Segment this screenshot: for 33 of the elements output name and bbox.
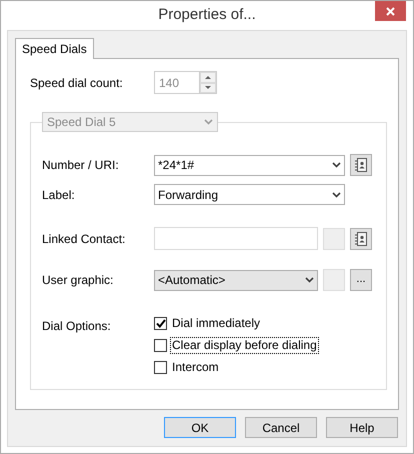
contact-card-icon: [355, 158, 367, 172]
field-label: Speed dial count:: [30, 74, 124, 92]
window-title: Properties of...: [158, 5, 256, 26]
checkbox-label[interactable]: Intercom: [171, 360, 220, 375]
close-button[interactable]: [375, 1, 406, 21]
contact-card-icon: [355, 232, 367, 246]
checkbox-label[interactable]: Dial immediately: [171, 316, 262, 331]
field-label: Linked Contact:: [42, 230, 126, 248]
tab[interactable]: Speed Dials: [15, 38, 94, 59]
checkbox[interactable]: [154, 361, 167, 374]
checkmark-icon: [156, 319, 166, 328]
chevron-down-icon: [332, 192, 341, 198]
field-label: Label:: [42, 186, 76, 204]
checkbox[interactable]: [154, 339, 167, 352]
chevron-down-icon: [204, 119, 213, 125]
close-icon: [386, 6, 395, 16]
dropdown-field[interactable]: Forwarding: [154, 184, 345, 205]
checkbox-label[interactable]: Clear display before dialing: [171, 338, 318, 353]
down-arrow-icon: [204, 85, 212, 90]
field-label: Number / URI:: [42, 157, 120, 174]
field-label: User graphic:: [42, 272, 114, 289]
up-arrow-icon: [204, 74, 212, 80]
dropdown-field[interactable]: *24*1#: [154, 154, 345, 176]
dialog-button[interactable]: Cancel: [245, 417, 317, 438]
chevron-down-icon: [332, 162, 341, 168]
dialog-button[interactable]: Help: [326, 417, 398, 438]
dialog-button[interactable]: OK: [164, 417, 236, 438]
chevron-down-icon: [305, 277, 314, 283]
contact-button[interactable]: [350, 154, 372, 176]
field-label: Dial Options:: [42, 318, 112, 335]
browse-button[interactable]: ...: [350, 269, 372, 291]
checkbox[interactable]: [154, 317, 167, 330]
dropdown-field[interactable]: <Automatic>: [154, 270, 318, 290]
